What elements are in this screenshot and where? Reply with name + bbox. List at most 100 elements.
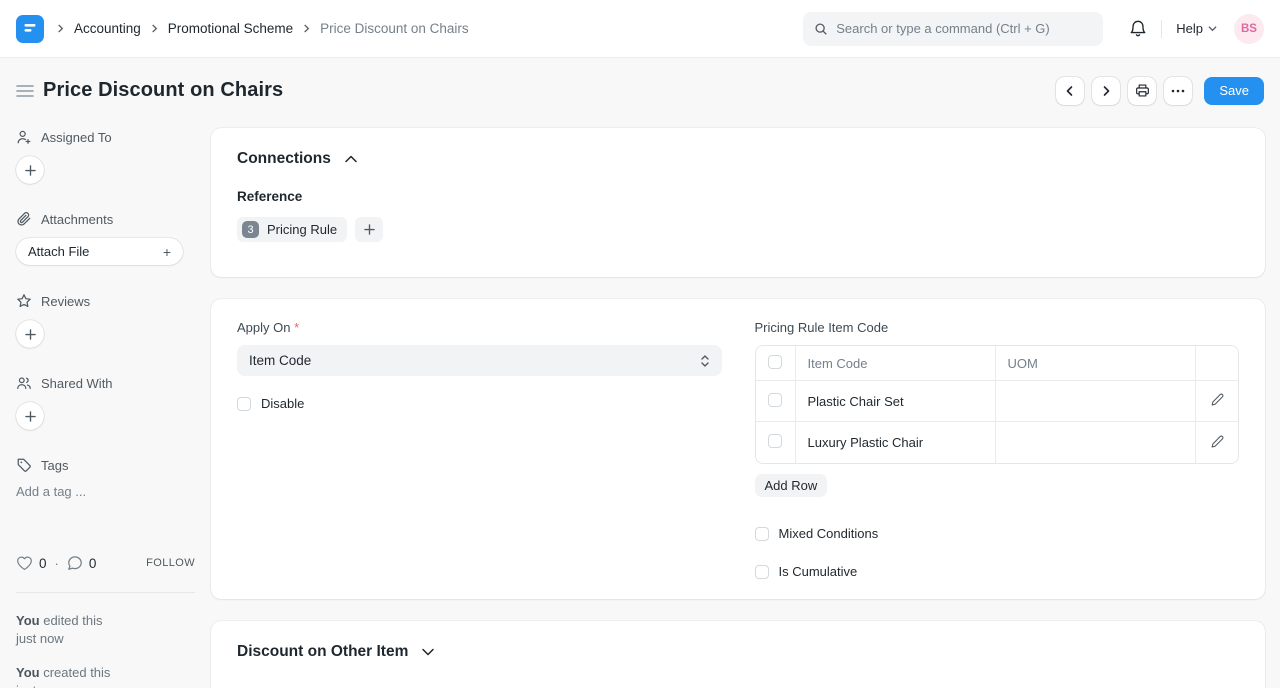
user-plus-icon — [16, 129, 32, 145]
shared-with-section: Shared With — [16, 375, 195, 391]
comment-count: 0 — [89, 556, 97, 571]
reviews-label: Reviews — [41, 294, 90, 309]
add-row-button[interactable]: Add Row — [755, 474, 828, 497]
add-assignment-button[interactable] — [16, 156, 44, 184]
uom-column-header: UOM — [996, 346, 1197, 381]
add-share-button[interactable] — [16, 402, 44, 430]
navbar: Accounting Promotional Scheme Price Disc… — [0, 0, 1280, 58]
assigned-to-label: Assigned To — [41, 130, 112, 145]
plus-icon — [25, 329, 36, 340]
attach-file-label: Attach File — [28, 244, 89, 259]
link-label: Pricing Rule — [267, 222, 337, 237]
app-logo-icon[interactable] — [16, 15, 44, 43]
apply-on-select[interactable]: Item Code — [237, 345, 722, 376]
attach-file-button[interactable]: Attach File + — [16, 238, 183, 265]
table-row[interactable]: Plastic Chair Set — [756, 381, 1239, 422]
activity-action: edited this — [43, 613, 102, 628]
social-row: 0 · 0 FOLLOW — [16, 555, 195, 571]
prev-document-button[interactable] — [1056, 77, 1084, 105]
add-review-button[interactable] — [16, 320, 44, 348]
add-tag-input[interactable]: Add a tag ... — [16, 484, 195, 499]
connections-header[interactable]: Connections — [237, 150, 1239, 168]
plus-icon — [25, 411, 36, 422]
search-input[interactable] — [836, 21, 1092, 36]
paperclip-icon — [16, 211, 32, 227]
chevron-right-icon — [1100, 85, 1112, 97]
edit-row-icon[interactable] — [1211, 393, 1224, 406]
navbar-right: Help BS — [1129, 14, 1264, 44]
form-main: Connections Reference 3 Pricing Rule — [211, 110, 1280, 688]
chevron-right-icon — [150, 24, 159, 33]
apply-on-card: Apply On * Item Code Disable P — [211, 299, 1265, 599]
breadcrumb-promotional-scheme[interactable]: Promotional Scheme — [168, 21, 293, 36]
disable-checkbox-row[interactable]: Disable — [237, 396, 722, 411]
uom-cell[interactable] — [996, 422, 1197, 463]
table-header-row: Item Code UOM — [756, 346, 1239, 381]
page-head: Price Discount on Chairs Save — [0, 58, 1280, 110]
row-checkbox[interactable] — [768, 434, 782, 448]
row-checkbox[interactable] — [768, 393, 782, 407]
star-icon — [16, 293, 32, 309]
assigned-to-section: Assigned To — [16, 129, 195, 145]
table-row[interactable]: Luxury Plastic Chair — [756, 422, 1239, 463]
breadcrumb-current: Price Discount on Chairs — [320, 21, 469, 36]
avatar[interactable]: BS — [1234, 14, 1264, 44]
activity-entry: You edited this just now — [16, 612, 195, 648]
print-button[interactable] — [1128, 77, 1156, 105]
add-connection-button[interactable] — [355, 217, 383, 242]
heart-icon[interactable] — [16, 555, 33, 571]
printer-icon — [1135, 83, 1150, 98]
chevron-right-icon — [302, 24, 311, 33]
activity-time: just now — [16, 682, 195, 688]
chevron-down-icon — [422, 648, 434, 656]
breadcrumb-accounting[interactable]: Accounting — [74, 21, 141, 36]
mixed-conditions-checkbox[interactable] — [755, 527, 769, 541]
follow-button[interactable]: FOLLOW — [146, 557, 195, 569]
is-cumulative-row[interactable]: Is Cumulative — [755, 564, 1240, 579]
disable-checkbox[interactable] — [237, 397, 251, 411]
sidebar-toggle-icon[interactable] — [16, 83, 34, 99]
discount-on-other-item-card: Discount on Other Item — [211, 621, 1265, 688]
tags-label: Tags — [41, 458, 68, 473]
search-icon — [814, 22, 828, 36]
tags-section: Tags — [16, 457, 195, 473]
is-cumulative-label: Is Cumulative — [779, 564, 858, 579]
comment-icon[interactable] — [67, 555, 83, 571]
tag-icon — [16, 457, 32, 473]
save-button[interactable]: Save — [1204, 77, 1264, 105]
notifications-bell-icon[interactable] — [1129, 20, 1147, 38]
mixed-conditions-row[interactable]: Mixed Conditions — [755, 526, 1240, 541]
help-menu[interactable]: Help — [1176, 21, 1217, 36]
shared-with-label: Shared With — [41, 376, 113, 391]
page-actions: Save — [1056, 77, 1264, 105]
chevron-right-icon — [56, 24, 65, 33]
activity-action: created this — [43, 665, 110, 680]
pricing-rule-table-body: Plastic Chair Set Luxury Plastic Chair — [756, 381, 1239, 463]
item-code-cell[interactable]: Luxury Plastic Chair — [796, 422, 996, 463]
edit-row-icon[interactable] — [1211, 435, 1224, 448]
is-cumulative-checkbox[interactable] — [755, 565, 769, 579]
activity-actor: You — [16, 665, 40, 680]
discount-on-other-item-title: Discount on Other Item — [237, 643, 408, 661]
page-title: Price Discount on Chairs — [43, 79, 283, 102]
item-code-column-header: Item Code — [796, 346, 996, 381]
pricing-rule-link[interactable]: 3 Pricing Rule — [237, 217, 347, 242]
like-count: 0 — [39, 556, 47, 571]
discount-on-other-item-header[interactable]: Discount on Other Item — [237, 643, 1239, 661]
apply-on-label: Apply On * — [237, 320, 722, 335]
chevron-up-icon — [345, 155, 357, 163]
next-document-button[interactable] — [1092, 77, 1120, 105]
attachments-section: Attachments — [16, 211, 195, 227]
divider — [16, 592, 195, 593]
select-all-checkbox[interactable] — [768, 355, 782, 369]
uom-cell[interactable] — [996, 381, 1197, 422]
plus-icon — [25, 165, 36, 176]
menu-ellipsis-button[interactable] — [1164, 77, 1192, 105]
connections-title: Connections — [237, 150, 331, 168]
mixed-conditions-label: Mixed Conditions — [779, 526, 879, 541]
breadcrumb: Accounting Promotional Scheme Price Disc… — [56, 21, 469, 36]
ellipsis-icon — [1171, 89, 1185, 93]
activity-actor: You — [16, 613, 40, 628]
global-search[interactable] — [803, 12, 1103, 46]
item-code-cell[interactable]: Plastic Chair Set — [796, 381, 996, 422]
